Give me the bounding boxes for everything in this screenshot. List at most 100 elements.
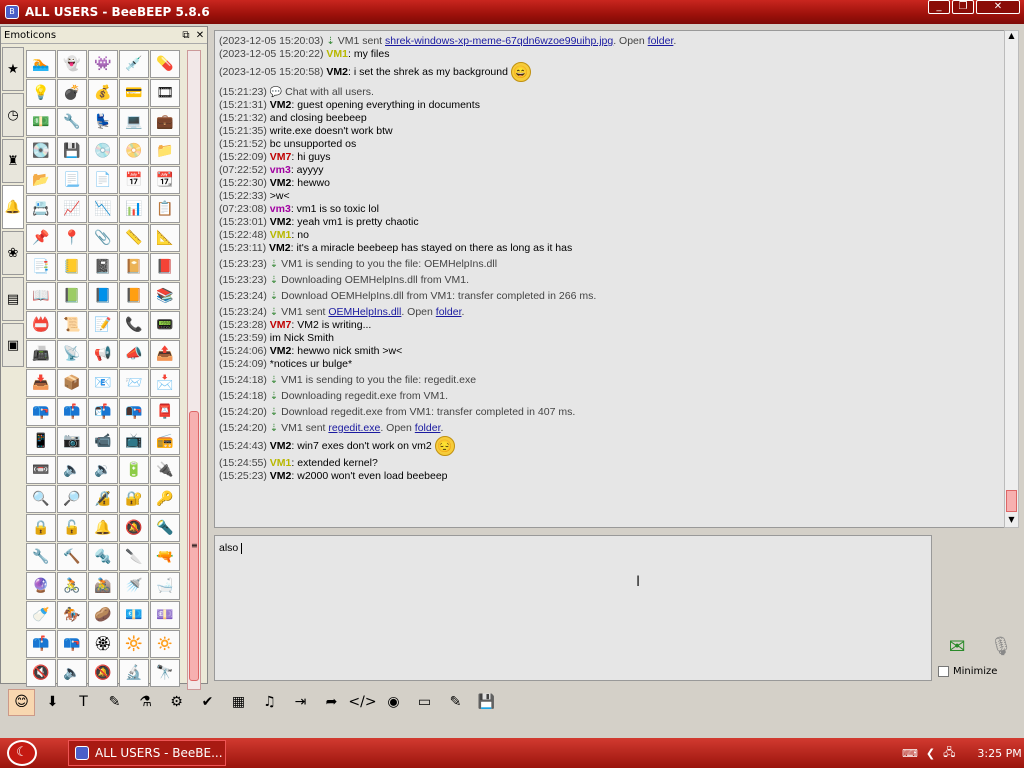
emoticon-cell[interactable]: 🔓 (57, 514, 87, 542)
file-link[interactable]: OEMHelpIns.dll (328, 306, 401, 318)
download-button[interactable]: ⬇ (39, 689, 66, 716)
emoticon-tab-6[interactable]: ▤ (2, 277, 24, 321)
emoticon-cell[interactable]: 💽 (26, 137, 56, 165)
emoticon-cell[interactable]: 📈 (57, 195, 87, 223)
emoticon-cell[interactable]: 🥔 (88, 601, 118, 629)
emoticon-cell[interactable]: 🔈 (57, 456, 87, 484)
minimize-button[interactable]: _ (928, 0, 950, 14)
emoticon-tab-1[interactable]: ★ (2, 47, 24, 91)
emoticon-cell[interactable]: 💵 (26, 108, 56, 136)
emoticon-cell[interactable]: 🔧 (57, 108, 87, 136)
emoticon-cell[interactable]: 📼 (26, 456, 56, 484)
open-folder-link[interactable]: folder (648, 35, 674, 47)
spellcheck-button[interactable]: ✔ (194, 689, 221, 716)
emoticon-cell[interactable]: 🍼 (26, 601, 56, 629)
emoticon-cell[interactable]: 📩 (150, 369, 180, 397)
emoticon-cell[interactable]: 🔔 (88, 514, 118, 542)
emoticon-cell[interactable]: 🏊 (26, 50, 56, 78)
emoticon-cell[interactable]: 📗 (57, 282, 87, 310)
emoticon-cell[interactable]: 💾 (57, 137, 87, 165)
share-folder-button[interactable]: ➦ (318, 689, 345, 716)
emoticon-cell[interactable]: 🔅 (150, 630, 180, 658)
emoticon-cell[interactable]: 🔉 (88, 456, 118, 484)
emoticon-cell[interactable]: 🔒 (26, 514, 56, 542)
emoticon-cell[interactable]: 📓 (88, 253, 118, 281)
emoticon-cell[interactable]: 📣 (119, 340, 149, 368)
send-file-button[interactable]: ⇥ (287, 689, 314, 716)
emoticon-cell[interactable]: 📜 (57, 311, 87, 339)
emoticon-cell[interactable]: 📊 (119, 195, 149, 223)
emoticon-cell[interactable]: 💷 (150, 601, 180, 629)
emoticon-cell[interactable]: 📞 (119, 311, 149, 339)
emoticon-cell[interactable]: 🔌 (150, 456, 180, 484)
emoticon-cell[interactable]: 🔩 (88, 543, 118, 571)
emoticon-cell[interactable]: 📎 (88, 224, 118, 252)
emoticon-cell[interactable]: 🔕 (119, 514, 149, 542)
emoticon-cell[interactable]: 🔇 (26, 659, 56, 687)
emoticon-cell[interactable]: 📕 (150, 253, 180, 281)
keyboard-icon[interactable]: ⌨ (902, 747, 918, 760)
emoticon-cell[interactable]: 📌 (26, 224, 56, 252)
emoticon-cell[interactable]: 🔧 (26, 543, 56, 571)
emoticon-cell[interactable]: 🏇 (57, 601, 87, 629)
emoticon-cell[interactable]: 💻 (119, 108, 149, 136)
emoticon-cell[interactable]: 📃 (57, 166, 87, 194)
emoticon-cell[interactable]: 📟 (150, 311, 180, 339)
emoticon-cell[interactable]: 📪 (26, 398, 56, 426)
send-button[interactable]: ✉ (940, 632, 974, 660)
emoticon-cell[interactable]: 💣 (57, 79, 87, 107)
emoticon-cell[interactable]: 📭 (119, 398, 149, 426)
emoticon-cell[interactable]: 📱 (26, 427, 56, 455)
emoticon-cell[interactable]: 📪 (57, 630, 87, 658)
emoticon-tab-3[interactable]: ♜ (2, 139, 24, 183)
emoticon-cell[interactable]: 💳 (119, 79, 149, 107)
emoticon-cell[interactable]: 📀 (119, 137, 149, 165)
emoticon-cell[interactable]: 📫 (26, 630, 56, 658)
emoticon-cell[interactable]: 📖 (26, 282, 56, 310)
file-link[interactable]: shrek-windows-xp-meme-67qdn6wzoe99uihp.j… (385, 35, 613, 47)
float-panel-button[interactable]: ⧉ (179, 30, 193, 41)
open-folder-link[interactable]: folder (415, 422, 441, 434)
emoticon-cell[interactable]: 🔏 (88, 485, 118, 513)
emoticon-tab-5[interactable]: ❀ (2, 231, 24, 275)
maximize-button[interactable]: ❐ (952, 0, 974, 14)
settings-button[interactable]: ⚙ (163, 689, 190, 716)
close-button[interactable]: ✕ (976, 0, 1020, 14)
text-style-button[interactable]: ▦ (225, 689, 252, 716)
emoticon-cell[interactable]: 🔐 (119, 485, 149, 513)
file-link[interactable]: regedit.exe (328, 422, 380, 434)
emoticon-cell[interactable]: 📋 (150, 195, 180, 223)
emoticon-tab-7[interactable]: ▣ (2, 323, 24, 367)
sound-button[interactable]: ♫ (256, 689, 283, 716)
emoticon-cell[interactable]: 📨 (119, 369, 149, 397)
emoticon-cell[interactable]: 📛 (26, 311, 56, 339)
emoticon-cell[interactable]: 📏 (119, 224, 149, 252)
emoticon-cell[interactable]: 🚿 (119, 572, 149, 600)
emoticon-cell[interactable]: 💡 (26, 79, 56, 107)
emoticon-cell[interactable]: 👻 (57, 50, 87, 78)
emoticon-tab-2[interactable]: ◷ (2, 93, 24, 137)
emoticon-cell[interactable]: 🔕 (88, 659, 118, 687)
tray-expand-icon[interactable]: ❮ (926, 747, 935, 760)
emoticon-cell[interactable]: 🔍 (26, 485, 56, 513)
emoticon-cell[interactable]: 📑 (26, 253, 56, 281)
emoticon-cell[interactable]: 📹 (88, 427, 118, 455)
emoticon-cell[interactable]: 💰 (88, 79, 118, 107)
emoticon-cell[interactable]: 🔭 (150, 659, 180, 687)
emoticon-cell[interactable]: 🔎 (57, 485, 87, 513)
edit-button[interactable]: ✎ (442, 689, 469, 716)
emoticon-cell[interactable]: 📔 (119, 253, 149, 281)
emoticon-cell[interactable]: 🔈 (57, 659, 87, 687)
emoticon-cell[interactable]: 💊 (150, 50, 180, 78)
emoticon-cell[interactable]: 📉 (88, 195, 118, 223)
minimize-checkbox[interactable] (938, 666, 949, 677)
emoticon-cell[interactable]: 📝 (88, 311, 118, 339)
emoticon-cell[interactable]: 🔫 (150, 543, 180, 571)
emoticon-cell[interactable]: 📡 (57, 340, 87, 368)
scroll-thumb[interactable] (1006, 490, 1017, 512)
emoticon-cell[interactable]: 📫 (57, 398, 87, 426)
code-button[interactable]: </> (348, 689, 376, 716)
emoticon-cell[interactable]: 📬 (88, 398, 118, 426)
emoticon-cell[interactable]: 📧 (88, 369, 118, 397)
emoticon-cell[interactable]: 📦 (57, 369, 87, 397)
